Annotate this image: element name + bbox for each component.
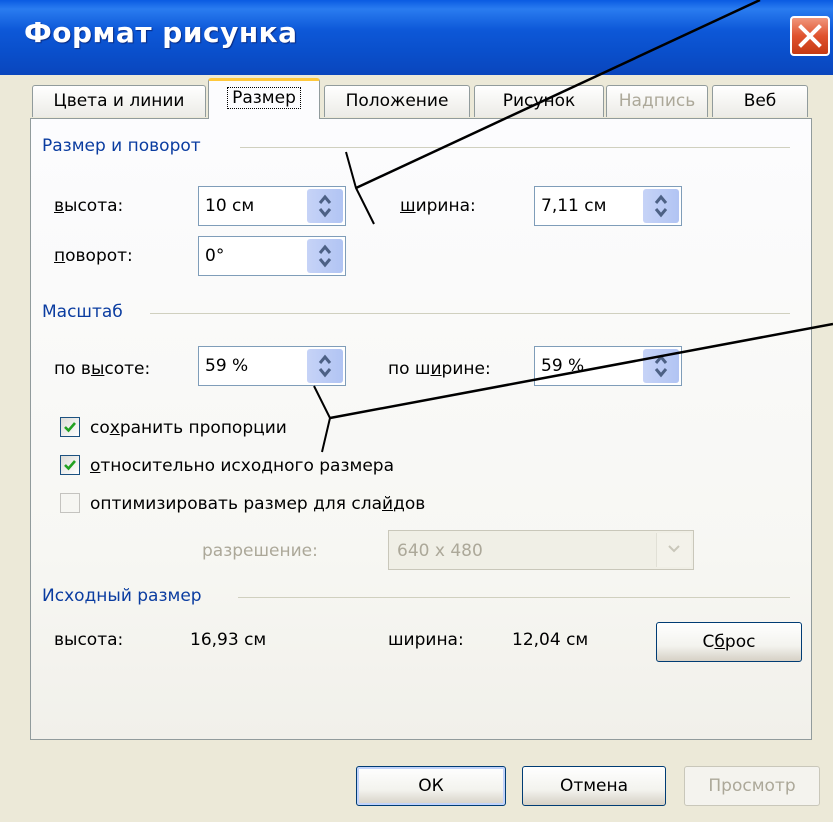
original-width-value: 12,04 см (512, 630, 589, 650)
width-spinner[interactable]: 7,11 см (534, 186, 682, 226)
width-label: ширина: (400, 196, 476, 216)
group-divider (238, 597, 790, 598)
height-spinner[interactable]: 10 см (198, 186, 346, 226)
spin-arrows-icon (318, 194, 332, 218)
spin-arrows-icon (318, 354, 332, 378)
scale-width-spinner[interactable]: 59 % (534, 346, 682, 386)
resolution-select: 640 x 480 (388, 530, 694, 570)
scale-width-spin-arrows[interactable] (643, 349, 679, 383)
group-divider (150, 313, 790, 314)
tab-size[interactable]: Размер (208, 78, 320, 119)
width-value: 7,11 см (541, 196, 607, 216)
scale-group-title: Масштаб (42, 302, 123, 322)
tab-web[interactable]: Веб (712, 85, 808, 117)
scale-height-label: по высоте: (54, 359, 151, 379)
checkmark-icon (64, 460, 76, 471)
scale-height-spin-arrows[interactable] (307, 349, 343, 383)
original-size-group-title: Исходный размер (42, 586, 202, 606)
preview-button: Просмотр (684, 766, 820, 806)
width-spin-arrows[interactable] (643, 189, 679, 223)
tab-picture[interactable]: Рисунок (474, 85, 604, 117)
height-value: 10 см (205, 196, 255, 216)
reset-button[interactable]: Сброс (656, 622, 802, 662)
spin-arrows-icon (654, 194, 668, 218)
relative-to-original-label[interactable]: относительно исходного размера (90, 456, 394, 476)
tab-text-box: Надпись (606, 85, 708, 117)
scale-width-value: 59 % (541, 356, 585, 376)
optimize-for-slides-label[interactable]: оптимизировать размер для слайдов (90, 494, 425, 514)
spin-arrows-icon (654, 354, 668, 378)
scale-height-value: 59 % (205, 356, 249, 376)
title-bar[interactable]: Формат рисунка (0, 0, 833, 75)
checkmark-icon (64, 422, 76, 433)
resolution-value: 640 x 480 (397, 541, 483, 561)
original-width-label: ширина: (388, 630, 464, 650)
close-icon (798, 24, 822, 48)
original-height-value: 16,93 см (190, 630, 267, 650)
size-rotate-group-title: Размер и поворот (42, 136, 201, 156)
tab-strip: Цвета и линии Размер Положение Рисунок Н… (32, 78, 812, 119)
height-label: высота: (54, 196, 124, 216)
rotation-label: поворот: (54, 246, 133, 266)
chevron-down-icon (668, 545, 680, 553)
spin-arrows-icon (318, 244, 332, 268)
resolution-dropdown-button (656, 533, 691, 567)
scale-height-spinner[interactable]: 59 % (198, 346, 346, 386)
tab-colors-lines[interactable]: Цвета и линии (32, 85, 206, 117)
window-title: Формат рисунка (24, 16, 298, 49)
group-divider (240, 147, 790, 148)
original-height-label: высота: (54, 630, 124, 650)
resolution-label: разрешение: (202, 541, 318, 561)
scale-width-label: по ширине: (388, 359, 491, 379)
tab-position[interactable]: Положение (324, 85, 470, 117)
relative-to-original-checkbox[interactable] (60, 455, 80, 475)
rotation-spinner[interactable]: 0° (198, 236, 346, 276)
height-spin-arrows[interactable] (307, 189, 343, 223)
optimize-for-slides-checkbox[interactable] (60, 493, 80, 513)
rotation-spin-arrows[interactable] (307, 239, 343, 273)
cancel-button[interactable]: Отмена (522, 766, 666, 806)
rotation-value: 0° (205, 246, 225, 266)
lock-aspect-ratio-checkbox[interactable] (60, 417, 80, 437)
ok-button[interactable]: ОК (356, 766, 506, 806)
close-button[interactable] (790, 16, 830, 56)
lock-aspect-ratio-label[interactable]: сохранить пропорции (90, 418, 287, 438)
